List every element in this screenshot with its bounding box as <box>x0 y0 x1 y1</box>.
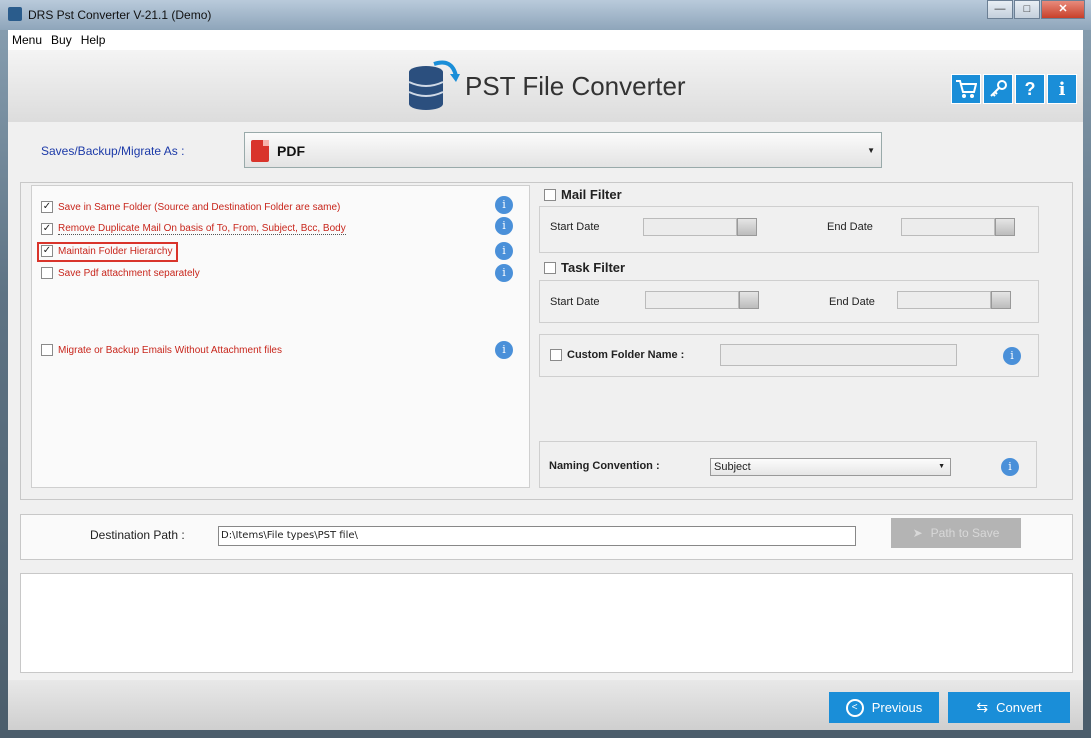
path-to-save-label: Path to Save <box>930 526 1000 540</box>
previous-label: Previous <box>871 700 923 715</box>
maintain-hierarchy-label: Maintain Folder Hierarchy <box>58 245 173 257</box>
window-title: DRS Pst Converter V-21.1 (Demo) <box>28 8 212 22</box>
mail-end-date-label: End Date <box>827 221 873 233</box>
maintain-hierarchy-checkbox[interactable]: ✓ <box>41 245 53 257</box>
previous-button[interactable]: < Previous <box>829 692 939 723</box>
option-remove-duplicate[interactable]: ✓ Remove Duplicate Mail On basis of To, … <box>41 223 346 235</box>
app-icon <box>8 7 22 21</box>
custom-folder-label: Custom Folder Name : <box>567 349 685 361</box>
destination-label: Destination Path : <box>90 528 185 542</box>
task-end-date-input[interactable] <box>897 291 991 309</box>
menu-item-buy[interactable]: Buy <box>51 33 72 47</box>
task-start-date-label: Start Date <box>550 296 600 308</box>
format-selected: PDF <box>277 143 305 159</box>
help-icon[interactable]: ? <box>1015 74 1045 104</box>
info-icon[interactable]: i <box>495 242 513 260</box>
info-icon[interactable]: i <box>1003 347 1021 365</box>
main-panel: Saves/Backup/Migrate As : PDF ▼ ✓ Save i… <box>8 122 1083 680</box>
title-bar: DRS Pst Converter V-21.1 (Demo) — □ ✕ <box>0 0 1091 30</box>
saveas-label: Saves/Backup/Migrate As : <box>41 144 185 158</box>
log-area <box>20 573 1073 673</box>
same-folder-label: Save in Same Folder (Source and Destinat… <box>58 201 341 213</box>
mail-start-date-input[interactable] <box>643 218 737 236</box>
info-icon[interactable]: i <box>495 196 513 214</box>
chevron-down-icon: ▼ <box>938 463 945 470</box>
format-dropdown[interactable]: PDF ▼ <box>244 132 882 168</box>
naming-box: Naming Convention : Subject ▼ i <box>539 441 1037 488</box>
convert-label: Convert <box>996 700 1042 715</box>
window-controls: — □ ✕ <box>986 0 1085 19</box>
pdf-icon <box>251 140 269 162</box>
calendar-icon[interactable] <box>995 218 1015 236</box>
custom-folder-checkbox[interactable] <box>550 349 562 361</box>
menu-bar: Menu Buy Help <box>8 30 1083 50</box>
calendar-icon[interactable] <box>991 291 1011 309</box>
mail-start-date-label: Start Date <box>550 221 600 233</box>
option-save-pdf-attachment[interactable]: Save Pdf attachment separately <box>41 267 200 279</box>
same-folder-checkbox[interactable]: ✓ <box>41 201 53 213</box>
destination-frame: Destination Path : D:\Items\File types\P… <box>20 514 1073 560</box>
app-title: PST File Converter <box>465 71 686 101</box>
mail-filter-title: Mail Filter <box>561 187 622 202</box>
mail-end-date-input[interactable] <box>901 218 995 236</box>
options-panel: ✓ Save in Same Folder (Source and Destin… <box>31 185 530 488</box>
task-filter-title: Task Filter <box>561 260 626 275</box>
app-window: DRS Pst Converter V-21.1 (Demo) — □ ✕ Me… <box>0 0 1091 738</box>
chevron-down-icon: ▼ <box>867 146 875 155</box>
naming-dropdown[interactable]: Subject ▼ <box>710 458 951 476</box>
swap-arrows-icon: ⇆ <box>976 699 989 715</box>
custom-folder-toggle[interactable]: Custom Folder Name : <box>550 349 684 361</box>
mail-filter-box: Start Date End Date <box>539 206 1039 253</box>
footer-bar: < Previous ⇆ Convert <box>8 680 1083 730</box>
task-filter-box: Start Date End Date <box>539 280 1039 323</box>
no-attachment-label: Migrate or Backup Emails Without Attachm… <box>58 344 282 356</box>
toolbar-icons: ? i <box>949 74 1077 104</box>
naming-label: Naming Convention : <box>549 460 660 472</box>
database-logo-icon <box>408 60 460 110</box>
calendar-icon[interactable] <box>739 291 759 309</box>
info-icon[interactable]: i <box>495 341 513 359</box>
path-to-save-button[interactable]: ➤ Path to Save <box>891 518 1021 548</box>
task-filter-toggle[interactable]: Task Filter <box>544 260 625 275</box>
naming-selected: Subject <box>714 461 751 473</box>
info-icon[interactable]: i <box>1047 74 1077 104</box>
task-start-date-input[interactable] <box>645 291 739 309</box>
info-icon[interactable]: i <box>495 217 513 235</box>
option-no-attachment[interactable]: Migrate or Backup Emails Without Attachm… <box>41 344 282 356</box>
key-icon[interactable] <box>983 74 1013 104</box>
calendar-icon[interactable] <box>737 218 757 236</box>
mail-filter-toggle[interactable]: Mail Filter <box>544 187 622 202</box>
menu-item-help[interactable]: Help <box>81 33 106 47</box>
client-area: Menu Buy Help PST File Converter ? i Sav… <box>8 30 1083 730</box>
chevron-left-icon: < <box>845 698 864 717</box>
option-same-folder[interactable]: ✓ Save in Same Folder (Source and Destin… <box>41 201 340 213</box>
minimize-button[interactable]: — <box>987 0 1013 19</box>
app-header: PST File Converter ? i <box>8 50 1083 122</box>
maximize-button[interactable]: □ <box>1014 0 1040 19</box>
remove-duplicate-label: Remove Duplicate Mail On basis of To, Fr… <box>58 223 346 235</box>
no-attachment-checkbox[interactable] <box>41 344 53 356</box>
menu-item-menu[interactable]: Menu <box>12 33 42 47</box>
custom-folder-input[interactable] <box>720 344 957 366</box>
options-frame: ✓ Save in Same Folder (Source and Destin… <box>20 182 1073 500</box>
send-icon: ➤ <box>912 526 923 540</box>
convert-button[interactable]: ⇆ Convert <box>948 692 1070 723</box>
info-icon[interactable]: i <box>495 264 513 282</box>
save-pdf-attachment-label: Save Pdf attachment separately <box>58 267 200 279</box>
remove-duplicate-checkbox[interactable]: ✓ <box>41 223 53 235</box>
option-maintain-hierarchy[interactable]: ✓ Maintain Folder Hierarchy <box>41 245 173 257</box>
cart-icon[interactable] <box>951 74 981 104</box>
save-pdf-attachment-checkbox[interactable] <box>41 267 53 279</box>
custom-folder-box: Custom Folder Name : i <box>539 334 1039 377</box>
task-filter-checkbox[interactable] <box>544 261 556 274</box>
close-button[interactable]: ✕ <box>1041 0 1085 19</box>
task-end-date-label: End Date <box>829 296 875 308</box>
mail-filter-checkbox[interactable] <box>544 188 556 201</box>
destination-path-input[interactable]: D:\Items\File types\PST file\ <box>218 526 856 546</box>
info-icon[interactable]: i <box>1001 458 1019 476</box>
